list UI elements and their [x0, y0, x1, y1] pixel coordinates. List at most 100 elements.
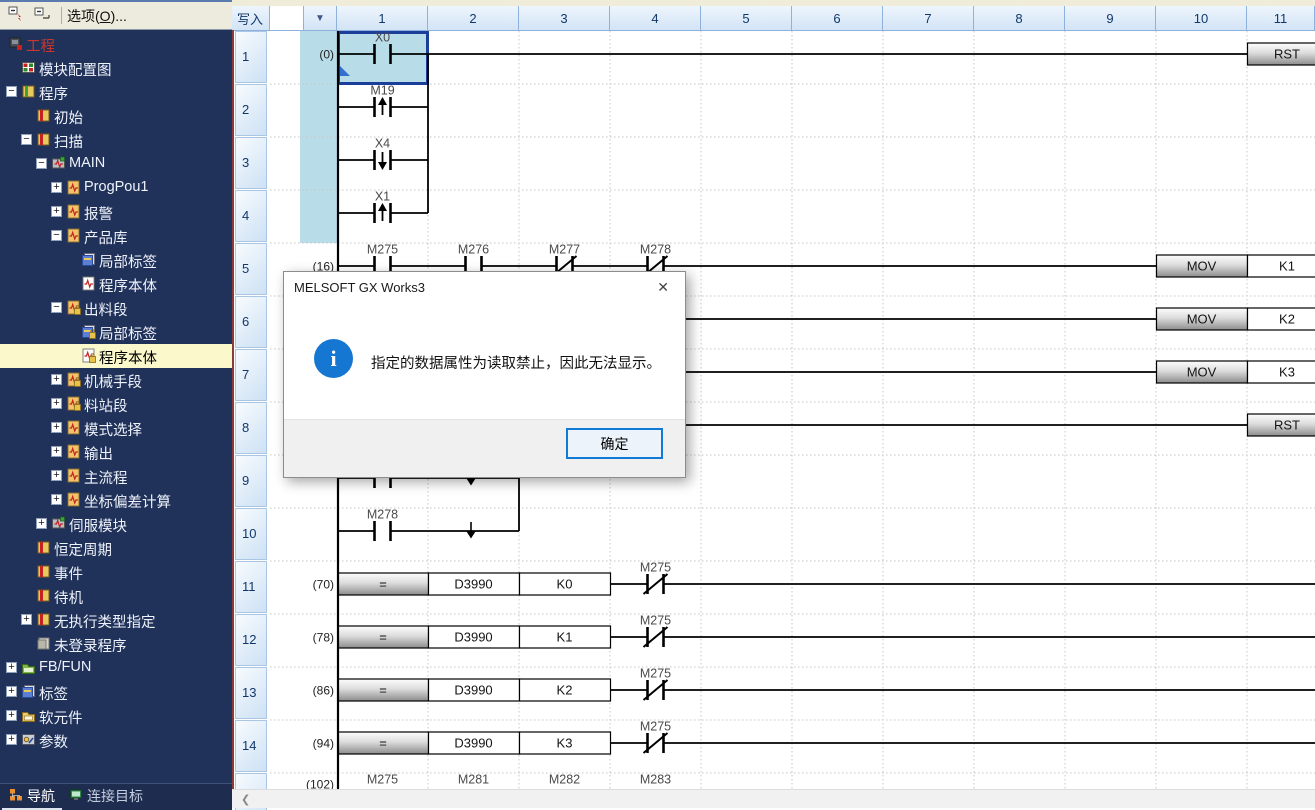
- row-header-2[interactable]: 2: [235, 84, 267, 136]
- tree-item-参数[interactable]: +参数: [0, 728, 232, 752]
- instruction-K2[interactable]: K2: [520, 679, 611, 701]
- expand-icon[interactable]: +: [6, 734, 17, 745]
- tree-item-ProgPou1[interactable]: +ProgPou1: [0, 176, 232, 200]
- expand-icon[interactable]: +: [51, 374, 62, 385]
- tree-item-机械手段[interactable]: +机械手段: [0, 368, 232, 392]
- tree-item-产品库[interactable]: −产品库: [0, 224, 232, 248]
- instruction-=[interactable]: =: [339, 732, 429, 754]
- instruction-=[interactable]: =: [339, 679, 429, 701]
- tree-item-未登录程序[interactable]: 未登录程序: [0, 632, 232, 656]
- tree-item-标签[interactable]: +标签: [0, 680, 232, 704]
- contact-M19-rp[interactable]: M19: [370, 84, 394, 117]
- contact-X1-rp[interactable]: X1: [375, 190, 391, 223]
- instruction-RST[interactable]: RST: [1248, 414, 1315, 436]
- row-header-9[interactable]: 9: [235, 455, 267, 507]
- expand-icon[interactable]: +: [51, 494, 62, 505]
- instruction-=[interactable]: =: [339, 573, 429, 595]
- expand-icon[interactable]: +: [51, 398, 62, 409]
- instruction-K1[interactable]: K1: [1248, 255, 1315, 277]
- expand-icon[interactable]: +: [6, 710, 17, 721]
- contact-M275-nc[interactable]: M275: [640, 720, 671, 753]
- tree-item-模块配置图[interactable]: 模块配置图: [0, 56, 232, 80]
- tree-item-工程[interactable]: 工程: [0, 32, 232, 56]
- contact-M275-nc[interactable]: M275: [640, 667, 671, 700]
- instruction-K3[interactable]: K3: [1248, 361, 1315, 383]
- close-icon[interactable]: ✕: [657, 279, 669, 296]
- collapse-icon[interactable]: −: [36, 158, 47, 169]
- instruction-D3990[interactable]: D3990: [429, 573, 520, 595]
- row-header-12[interactable]: 12: [235, 614, 267, 666]
- row-header-1[interactable]: 1: [235, 31, 267, 83]
- contact-M275-nc[interactable]: M275: [640, 614, 671, 647]
- tree-item-软元件[interactable]: +软元件: [0, 704, 232, 728]
- ok-button[interactable]: 确定: [566, 428, 663, 459]
- row-header-13[interactable]: 13: [235, 667, 267, 719]
- tree-item-伺服模块[interactable]: +伺服模块: [0, 512, 232, 536]
- tree-item-初始[interactable]: 初始: [0, 104, 232, 128]
- row-header-5[interactable]: 5: [235, 243, 267, 295]
- contact-M275-nc[interactable]: M275: [640, 561, 671, 594]
- row-header-10[interactable]: 10: [235, 508, 267, 560]
- expand-icon[interactable]: +: [6, 686, 17, 697]
- collapse-icon[interactable]: −: [6, 86, 17, 97]
- tree-item-无执行类型指定[interactable]: +无执行类型指定: [0, 608, 232, 632]
- expand-branch-button[interactable]: [30, 4, 56, 27]
- tree-item-坐标偏差计算[interactable]: +坐标偏差计算: [0, 488, 232, 512]
- row-header-3[interactable]: 3: [235, 137, 267, 189]
- expand-icon[interactable]: +: [21, 614, 32, 625]
- instruction-=[interactable]: =: [339, 626, 429, 648]
- instruction-MOV[interactable]: MOV: [1157, 361, 1248, 383]
- contact-X4-fp[interactable]: X4: [375, 137, 391, 170]
- expand-icon[interactable]: +: [51, 470, 62, 481]
- instruction-K0[interactable]: K0: [520, 573, 611, 595]
- collapse-icon[interactable]: −: [51, 302, 62, 313]
- row-header-11[interactable]: 11: [235, 561, 267, 613]
- instruction-MOV[interactable]: MOV: [1157, 308, 1248, 330]
- tree-item-程序本体[interactable]: 程序本体: [0, 344, 232, 368]
- expand-icon[interactable]: +: [51, 206, 62, 217]
- tree-item-扫描[interactable]: −扫描: [0, 128, 232, 152]
- tree-item-局部标签[interactable]: 局部标签: [0, 248, 232, 272]
- row-header-8[interactable]: 8: [235, 402, 267, 454]
- expand-icon[interactable]: +: [51, 422, 62, 433]
- tree-item-局部标签[interactable]: 局部标签: [0, 320, 232, 344]
- tree-item-出料段[interactable]: −出料段: [0, 296, 232, 320]
- expand-icon[interactable]: +: [51, 182, 62, 193]
- tree-item-主流程[interactable]: +主流程: [0, 464, 232, 488]
- expand-icon[interactable]: +: [36, 518, 47, 529]
- tree-item-模式选择[interactable]: +模式选择: [0, 416, 232, 440]
- tree-item-报警[interactable]: +报警: [0, 200, 232, 224]
- horizontal-scrollbar[interactable]: ❮: [232, 789, 1315, 808]
- instruction-D3990[interactable]: D3990: [429, 626, 520, 648]
- instruction-D3990[interactable]: D3990: [429, 732, 520, 754]
- instruction-K1[interactable]: K1: [520, 626, 611, 648]
- expand-icon[interactable]: +: [6, 662, 17, 673]
- row-header-14[interactable]: 14: [235, 720, 267, 772]
- tree-item-FB/FUN[interactable]: +FB/FUN: [0, 656, 232, 680]
- panel-tab-连接目标[interactable]: 连接目标: [62, 784, 150, 810]
- row-header-6[interactable]: 6: [235, 296, 267, 348]
- instruction-D3990[interactable]: D3990: [429, 679, 520, 701]
- scroll-left-icon[interactable]: ❮: [241, 793, 250, 806]
- instruction-MOV[interactable]: MOV: [1157, 255, 1248, 277]
- collapse-icon[interactable]: −: [51, 230, 62, 241]
- expand-icon[interactable]: +: [51, 446, 62, 457]
- instruction-K2[interactable]: K2: [1248, 308, 1315, 330]
- instruction-K3[interactable]: K3: [520, 732, 611, 754]
- header-dropdown[interactable]: ▼: [304, 6, 337, 30]
- collapse-all-button[interactable]: [4, 4, 30, 27]
- tree-item-输出[interactable]: +输出: [0, 440, 232, 464]
- tree-item-事件[interactable]: 事件: [0, 560, 232, 584]
- tree-item-MAIN[interactable]: −MAIN: [0, 152, 232, 176]
- row-header-7[interactable]: 7: [235, 349, 267, 401]
- tree-item-恒定周期[interactable]: 恒定周期: [0, 536, 232, 560]
- collapse-icon[interactable]: −: [21, 134, 32, 145]
- tree-item-程序本体[interactable]: 程序本体: [0, 272, 232, 296]
- panel-tab-导航[interactable]: 导航: [2, 784, 62, 810]
- contact-M278-no[interactable]: M278: [367, 508, 398, 541]
- tree-item-待机[interactable]: 待机: [0, 584, 232, 608]
- options-menu[interactable]: 选项(O)...: [67, 6, 127, 26]
- instruction-RST[interactable]: RST: [1248, 43, 1315, 65]
- row-header-4[interactable]: 4: [235, 190, 267, 242]
- tree-item-程序[interactable]: −程序: [0, 80, 232, 104]
